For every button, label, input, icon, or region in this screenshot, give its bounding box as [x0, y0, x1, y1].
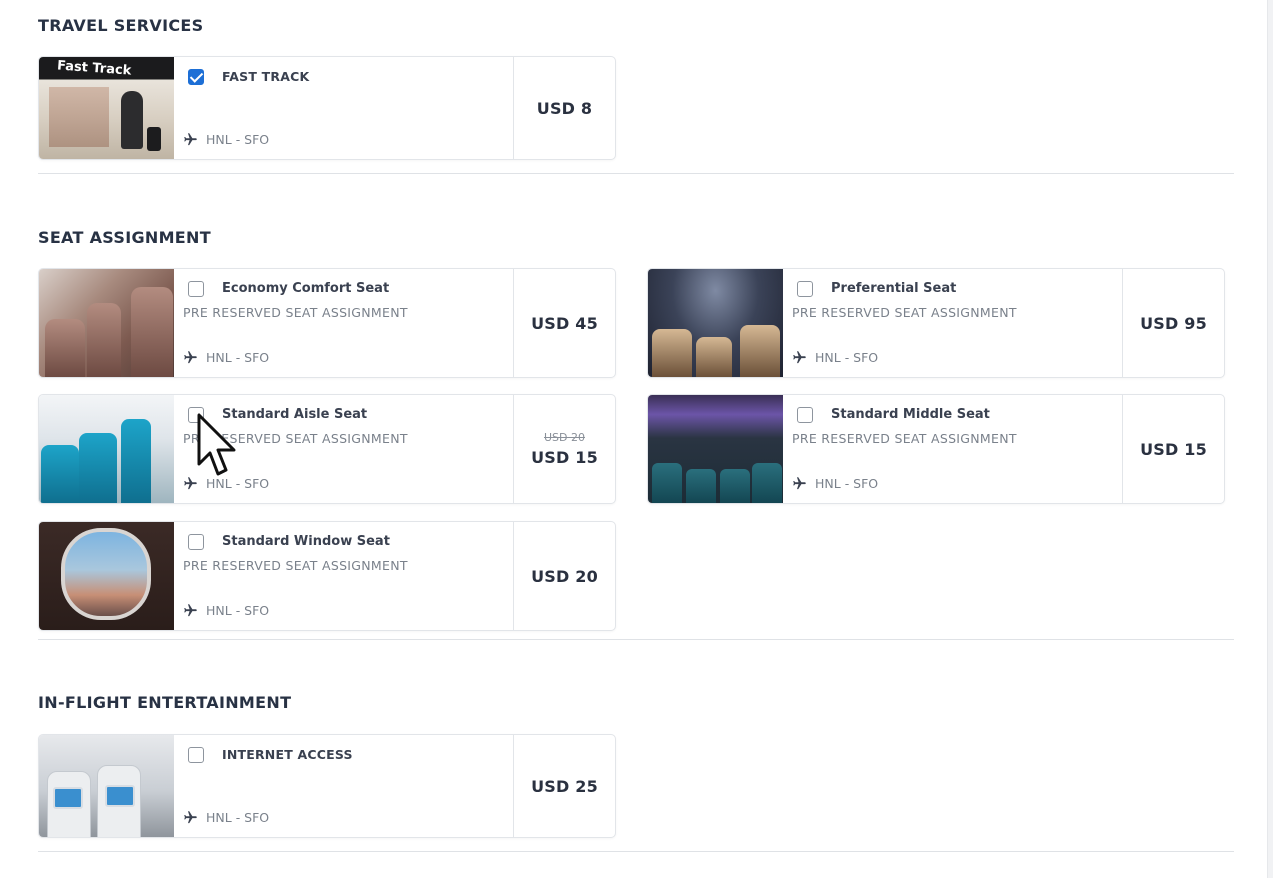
standard-window-checkbox[interactable]: [188, 534, 204, 550]
airplane-icon: [184, 133, 197, 146]
route-text: HNL - SFO: [815, 350, 879, 365]
seat-card-economy-comfort[interactable]: Economy Comfort Seat PRE RESERVED SEAT A…: [38, 268, 616, 378]
price-box: USD 15: [1122, 395, 1224, 503]
price-box: USD 45: [513, 269, 615, 377]
route-text: HNL - SFO: [206, 810, 270, 825]
service-card-fast-track[interactable]: Fast Track FAST TRACK HNL - SFO USD 8: [38, 56, 616, 160]
route: HNL - SFO: [183, 810, 269, 825]
item-subtitle: PRE RESERVED SEAT ASSIGNMENT: [183, 558, 408, 573]
fast-track-sign-text: Fast Track: [56, 58, 132, 79]
price-box: USD 8: [513, 57, 615, 159]
seat-card-standard-aisle[interactable]: Standard Aisle Seat PRE RESERVED SEAT AS…: [38, 394, 616, 504]
airplane-icon: [184, 351, 197, 364]
card-info: INTERNET ACCESS HNL - SFO: [174, 735, 513, 837]
airplane-icon: [184, 811, 197, 824]
card-info: Preferential Seat PRE RESERVED SEAT ASSI…: [783, 269, 1122, 377]
card-info: FAST TRACK HNL - SFO: [174, 57, 513, 159]
standard-window-seat-photo: [39, 522, 174, 630]
item-name: Economy Comfort Seat: [222, 281, 390, 296]
preferential-checkbox[interactable]: [797, 281, 813, 297]
price: USD 15: [1140, 439, 1207, 459]
price-box: USD 95: [1122, 269, 1224, 377]
price: USD 25: [531, 776, 598, 796]
item-subtitle: PRE RESERVED SEAT ASSIGNMENT: [792, 305, 1017, 320]
item-name: FAST TRACK: [222, 69, 310, 84]
standard-middle-seat-photo: [648, 395, 783, 503]
price: USD 45: [531, 313, 598, 333]
price: USD 15: [531, 448, 598, 467]
price: USD 8: [536, 98, 593, 118]
section-seat-assignment: SEAT ASSIGNMENT: [38, 228, 1234, 247]
service-card-internet-access[interactable]: INTERNET ACCESS HNL - SFO USD 25: [38, 734, 616, 838]
price: USD 95: [1140, 313, 1207, 333]
card-info: Economy Comfort Seat PRE RESERVED SEAT A…: [174, 269, 513, 377]
standard-middle-checkbox[interactable]: [797, 407, 813, 423]
scrollbar-track[interactable]: [1267, 0, 1273, 878]
standard-aisle-seat-photo: [39, 395, 174, 503]
item-name: INTERNET ACCESS: [222, 747, 353, 762]
route: HNL - SFO: [792, 476, 878, 491]
seat-card-standard-window[interactable]: Standard Window Seat PRE RESERVED SEAT A…: [38, 521, 616, 631]
route-text: HNL - SFO: [815, 476, 879, 491]
price-box: USD 20: [513, 522, 615, 630]
price-box: USD 20 USD 15: [513, 395, 615, 503]
route: HNL - SFO: [792, 350, 878, 365]
item-name: Standard Middle Seat: [831, 407, 990, 422]
price-box: USD 25: [513, 735, 615, 837]
route-text: HNL - SFO: [206, 350, 270, 365]
route-text: HNL - SFO: [206, 476, 270, 491]
section-divider: [38, 639, 1234, 640]
item-name: Standard Aisle Seat: [222, 407, 368, 422]
economy-comfort-seat-photo: [39, 269, 174, 377]
card-info: Standard Aisle Seat PRE RESERVED SEAT AS…: [174, 395, 513, 503]
item-subtitle: PRE RESERVED SEAT ASSIGNMENT: [183, 431, 408, 446]
item-subtitle: PRE RESERVED SEAT ASSIGNMENT: [792, 431, 1017, 446]
airplane-icon: [793, 351, 806, 364]
price: USD 20: [531, 566, 598, 586]
seat-card-preferential[interactable]: Preferential Seat PRE RESERVED SEAT ASSI…: [647, 268, 1225, 378]
section-inflight-entertainment: IN-FLIGHT ENTERTAINMENT: [38, 693, 1234, 712]
route-text: HNL - SFO: [206, 132, 270, 147]
preferential-seat-photo: [648, 269, 783, 377]
airplane-icon: [184, 477, 197, 490]
route: HNL - SFO: [183, 603, 269, 618]
seat-card-standard-middle[interactable]: Standard Middle Seat PRE RESERVED SEAT A…: [647, 394, 1225, 504]
internet-access-checkbox[interactable]: [188, 747, 204, 763]
card-info: Standard Window Seat PRE RESERVED SEAT A…: [174, 522, 513, 630]
airplane-icon: [793, 477, 806, 490]
route-text: HNL - SFO: [206, 603, 270, 618]
section-title: SEAT ASSIGNMENT: [38, 228, 211, 247]
original-price: USD 20: [544, 431, 585, 444]
section-title: IN-FLIGHT ENTERTAINMENT: [38, 693, 292, 712]
economy-comfort-checkbox[interactable]: [188, 281, 204, 297]
fast-track-photo: Fast Track: [39, 57, 174, 159]
route: HNL - SFO: [183, 476, 269, 491]
card-info: Standard Middle Seat PRE RESERVED SEAT A…: [783, 395, 1122, 503]
section-title: TRAVEL SERVICES: [38, 16, 204, 35]
internet-access-photo: [39, 735, 174, 837]
item-name: Standard Window Seat: [222, 534, 390, 549]
route: HNL - SFO: [183, 350, 269, 365]
standard-aisle-checkbox[interactable]: [188, 407, 204, 423]
airplane-icon: [184, 604, 197, 617]
fast-track-checkbox[interactable]: [188, 69, 204, 85]
item-name: Preferential Seat: [831, 281, 957, 296]
item-subtitle: PRE RESERVED SEAT ASSIGNMENT: [183, 305, 408, 320]
section-travel-services: TRAVEL SERVICES: [38, 16, 1234, 35]
route: HNL - SFO: [183, 132, 269, 147]
section-divider: [38, 173, 1234, 174]
section-divider: [38, 851, 1234, 852]
